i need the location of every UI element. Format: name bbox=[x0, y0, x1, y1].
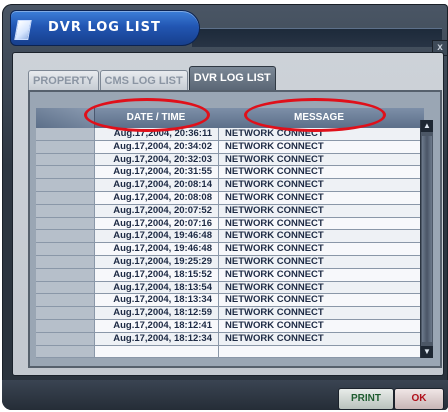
row-indicator bbox=[36, 217, 95, 230]
cell-message: NETWORK CONNECT bbox=[219, 204, 420, 217]
cell-message: NETWORK CONNECT bbox=[219, 230, 420, 243]
table-row[interactable]: Aug.17,2004, 20:36:11 NETWORK CONNECT bbox=[36, 128, 420, 141]
vertical-scrollbar[interactable]: ▲ ▼ bbox=[420, 120, 433, 358]
row-indicator bbox=[36, 294, 95, 307]
tab-property[interactable]: PROPERTY bbox=[28, 70, 99, 91]
table-row[interactable]: Aug.17,2004, 19:25:29 NETWORK CONNECT bbox=[36, 255, 420, 269]
print-button[interactable]: PRINT bbox=[338, 388, 394, 410]
table-row[interactable]: Aug.17,2004, 20:32:03 NETWORK CONNECT bbox=[36, 153, 420, 167]
cell-message: NETWORK CONNECT bbox=[219, 332, 420, 345]
cell-datetime: Aug.17,2004, 20:08:08 bbox=[95, 191, 219, 204]
row-indicator bbox=[36, 179, 95, 191]
table-row[interactable]: Aug.17,2004, 20:07:16 NETWORK CONNECT bbox=[36, 217, 420, 231]
cell-message: NETWORK CONNECT bbox=[219, 294, 420, 307]
table-row[interactable]: Aug.17,2004, 20:08:08 NETWORK CONNECT bbox=[36, 191, 420, 205]
cell-datetime: Aug.17,2004, 20:07:16 bbox=[95, 217, 219, 230]
cell-datetime: Aug.17,2004, 18:13:34 bbox=[95, 294, 219, 307]
cell-message bbox=[219, 345, 420, 358]
cell-message: NETWORK CONNECT bbox=[219, 319, 420, 332]
cell-message: NETWORK CONNECT bbox=[219, 217, 420, 230]
tab-cms-log-list[interactable]: CMS LOG LIST bbox=[99, 70, 188, 91]
scroll-thumb[interactable] bbox=[422, 136, 432, 342]
annotation-ring-message bbox=[244, 98, 386, 132]
cell-datetime: Aug.17,2004, 19:46:48 bbox=[95, 243, 219, 255]
table-row[interactable]: Aug.17,2004, 20:08:14 NETWORK CONNECT bbox=[36, 179, 420, 192]
cell-message: NETWORK CONNECT bbox=[219, 307, 420, 319]
row-indicator bbox=[36, 345, 95, 358]
ok-button[interactable]: OK bbox=[394, 388, 444, 410]
cell-message: NETWORK CONNECT bbox=[219, 243, 420, 255]
cell-datetime: Aug.17,2004, 18:15:52 bbox=[95, 268, 219, 281]
cell-datetime: Aug.17,2004, 18:12:59 bbox=[95, 307, 219, 319]
arrow-up-icon[interactable]: ▲ bbox=[421, 120, 433, 132]
table-row[interactable]: Aug.17,2004, 18:12:41 NETWORK CONNECT bbox=[36, 319, 420, 333]
table-row[interactable] bbox=[36, 345, 420, 358]
arrow-down-icon[interactable]: ▼ bbox=[421, 346, 433, 358]
annotation-ring-datetime bbox=[84, 98, 210, 132]
row-indicator bbox=[36, 204, 95, 217]
table-row[interactable]: Aug.17,2004, 20:34:02 NETWORK CONNECT bbox=[36, 140, 420, 154]
table-row[interactable]: Aug.17,2004, 19:46:48 NETWORK CONNECT bbox=[36, 230, 420, 244]
cell-datetime: Aug.17,2004, 20:31:55 bbox=[95, 166, 219, 179]
cell-datetime: Aug.17,2004, 20:07:52 bbox=[95, 204, 219, 217]
cell-message: NETWORK CONNECT bbox=[219, 179, 420, 191]
table-row[interactable]: Aug.17,2004, 19:46:48 NETWORK CONNECT bbox=[36, 243, 420, 256]
cell-message: NETWORK CONNECT bbox=[219, 166, 420, 179]
cell-message: NETWORK CONNECT bbox=[219, 268, 420, 281]
cell-message: NETWORK CONNECT bbox=[219, 255, 420, 268]
row-indicator bbox=[36, 230, 95, 243]
row-indicator bbox=[36, 307, 95, 319]
cell-datetime: Aug.17,2004, 19:25:29 bbox=[95, 255, 219, 268]
row-indicator bbox=[36, 191, 95, 204]
cell-datetime bbox=[95, 345, 219, 358]
log-rows: Aug.17,2004, 20:36:11 NETWORK CONNECT Aug.… bbox=[36, 128, 420, 358]
row-indicator bbox=[36, 166, 95, 179]
row-indicator bbox=[36, 128, 95, 140]
row-indicator bbox=[36, 255, 95, 268]
cell-message: NETWORK CONNECT bbox=[219, 140, 420, 153]
table-row[interactable]: Aug.17,2004, 18:12:34 NETWORK CONNECT bbox=[36, 332, 420, 346]
table-row[interactable]: Aug.17,2004, 20:31:55 NETWORK CONNECT bbox=[36, 166, 420, 180]
cell-datetime: Aug.17,2004, 18:12:34 bbox=[95, 332, 219, 345]
cell-datetime: Aug.17,2004, 20:08:14 bbox=[95, 179, 219, 191]
cell-message: NETWORK CONNECT bbox=[219, 281, 420, 294]
title-bar-tail bbox=[192, 28, 442, 47]
cell-message: NETWORK CONNECT bbox=[219, 191, 420, 204]
row-indicator bbox=[36, 281, 95, 294]
table-row[interactable]: Aug.17,2004, 18:13:54 NETWORK CONNECT bbox=[36, 281, 420, 295]
cell-datetime: Aug.17,2004, 18:12:41 bbox=[95, 319, 219, 332]
tab-dvr-log-list[interactable]: DVR LOG LIST bbox=[188, 66, 276, 91]
row-indicator bbox=[36, 243, 95, 255]
table-row[interactable]: Aug.17,2004, 18:15:52 NETWORK CONNECT bbox=[36, 268, 420, 282]
cell-datetime: Aug.17,2004, 18:13:54 bbox=[95, 281, 219, 294]
cell-message: NETWORK CONNECT bbox=[219, 153, 420, 166]
table-row[interactable]: Aug.17,2004, 18:13:34 NETWORK CONNECT bbox=[36, 294, 420, 308]
tab-bar: PROPERTY CMS LOG LIST DVR LOG LIST bbox=[28, 64, 277, 91]
cell-datetime: Aug.17,2004, 20:32:03 bbox=[95, 153, 219, 166]
row-indicator bbox=[36, 140, 95, 153]
window-title: DVR LOG LIST bbox=[48, 20, 161, 35]
row-indicator bbox=[36, 268, 95, 281]
cell-datetime: Aug.17,2004, 19:46:48 bbox=[95, 230, 219, 243]
table-row[interactable]: Aug.17,2004, 18:12:59 NETWORK CONNECT bbox=[36, 307, 420, 320]
row-indicator bbox=[36, 319, 95, 332]
cell-datetime: Aug.17,2004, 20:34:02 bbox=[95, 140, 219, 153]
row-indicator bbox=[36, 332, 95, 345]
row-indicator bbox=[36, 153, 95, 166]
table-row[interactable]: Aug.17,2004, 20:07:52 NETWORK CONNECT bbox=[36, 204, 420, 218]
